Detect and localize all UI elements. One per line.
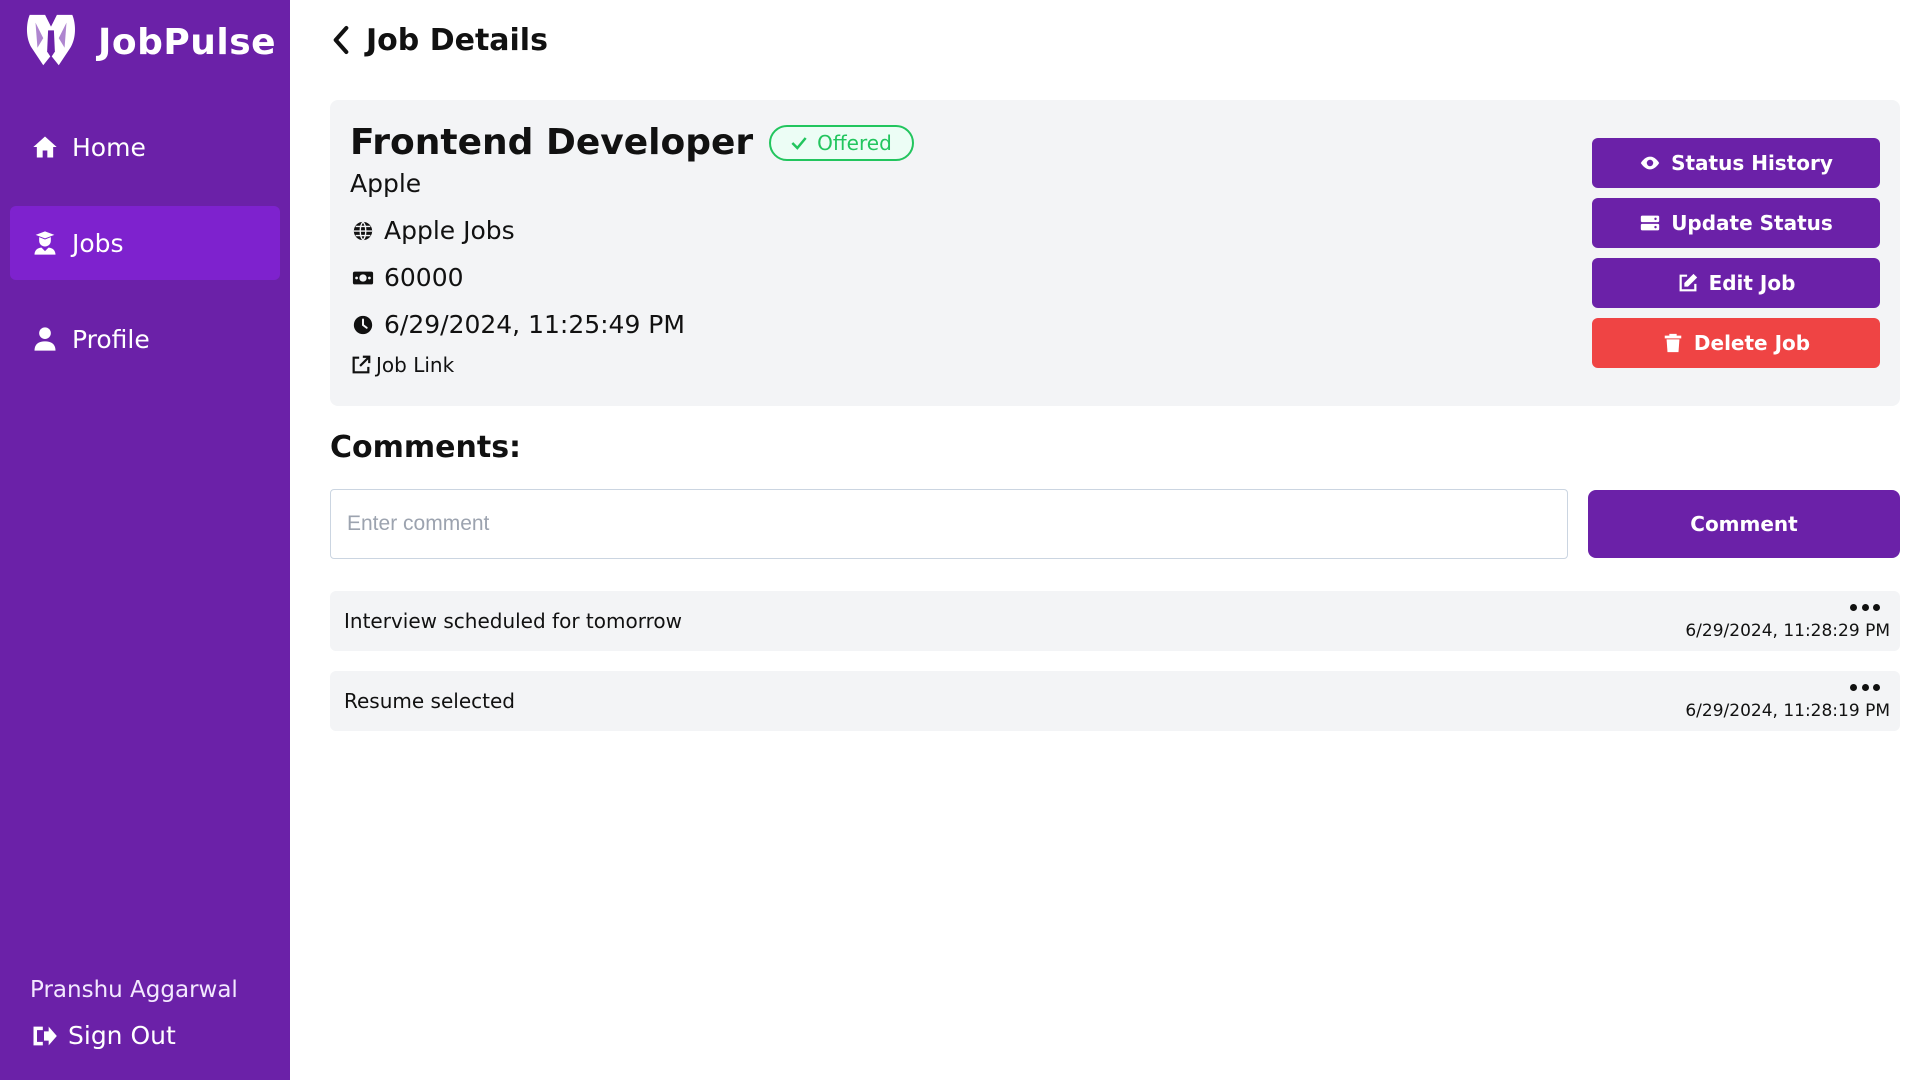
main-content: Job Details Frontend Developer Offered A… [290, 0, 1920, 1080]
delete-job-button[interactable]: Delete Job [1592, 318, 1880, 368]
signout-label: Sign Out [68, 1021, 176, 1050]
comment-item: Interview scheduled for tomorrow 6/29/20… [330, 591, 1900, 651]
comment-form: Comment [330, 489, 1900, 559]
external-link-icon [352, 355, 371, 374]
job-title: Frontend Developer [350, 122, 754, 163]
money-icon [350, 265, 376, 291]
sidebar-item-home[interactable]: Home [10, 110, 280, 184]
comment-input[interactable] [330, 489, 1568, 559]
delete-job-label: Delete Job [1693, 331, 1811, 355]
job-salary: 60000 [384, 263, 464, 292]
signout-icon [33, 1026, 57, 1045]
job-date: 6/29/2024, 11:25:49 PM [384, 310, 685, 339]
job-link-label: Job Link [376, 353, 455, 377]
comment-timestamp: 6/29/2024, 11:28:19 PM [1685, 701, 1890, 721]
comment-submit-button[interactable]: Comment [1588, 490, 1900, 558]
edit-job-label: Edit Job [1708, 271, 1796, 295]
status-badge: Offered [769, 124, 914, 161]
check-icon [791, 136, 807, 150]
brand-name: JobPulse [98, 21, 277, 63]
globe-icon [350, 218, 376, 244]
job-actions: Status History Update Status Edit Job De… [1592, 138, 1880, 378]
clock-icon [350, 312, 376, 338]
home-icon [30, 132, 60, 162]
server-icon [1641, 215, 1660, 231]
comment-text: Interview scheduled for tomorrow [344, 609, 682, 633]
comment-timestamp: 6/29/2024, 11:28:29 PM [1685, 621, 1890, 641]
more-options-icon[interactable] [1850, 601, 1880, 613]
page-header: Job Details [310, 0, 1900, 80]
sidebar-item-label: Home [72, 132, 146, 162]
comment-item: Resume selected 6/29/2024, 11:28:19 PM [330, 671, 1900, 731]
status-history-button[interactable]: Status History [1592, 138, 1880, 188]
tuxedo-logo-icon [20, 9, 82, 75]
job-source: Apple Jobs [384, 216, 515, 245]
app-root: JobPulse Home Jobs Profile Pranshu Aggar… [0, 0, 1920, 1080]
status-history-label: Status History [1671, 151, 1833, 175]
edit-icon [1679, 273, 1697, 292]
comment-list: Interview scheduled for tomorrow 6/29/20… [330, 591, 1900, 731]
sidebar-footer: Pranshu Aggarwal Sign Out [30, 977, 238, 1050]
sidebar: JobPulse Home Jobs Profile Pranshu Aggar… [0, 0, 290, 1080]
sidebar-item-label: Profile [72, 324, 150, 354]
signout-button[interactable]: Sign Out [30, 1021, 238, 1050]
eye-icon [1640, 156, 1660, 170]
jobs-icon [30, 228, 60, 258]
sidebar-item-jobs[interactable]: Jobs [10, 206, 280, 280]
page-title: Job Details [366, 22, 548, 58]
trash-icon [1664, 333, 1682, 353]
comment-text: Resume selected [344, 689, 515, 713]
status-badge-label: Offered [817, 130, 892, 155]
sidebar-nav: Home Jobs Profile [0, 110, 290, 398]
update-status-label: Update Status [1671, 211, 1833, 235]
back-chevron-icon[interactable] [330, 24, 354, 56]
user-name: Pranshu Aggarwal [30, 977, 238, 1003]
user-icon [30, 324, 60, 354]
comments-title: Comments: [330, 430, 522, 465]
sidebar-item-label: Jobs [72, 228, 124, 258]
job-card: Frontend Developer Offered Apple Apple J… [330, 100, 1900, 406]
brand[interactable]: JobPulse [0, 0, 290, 84]
update-status-button[interactable]: Update Status [1592, 198, 1880, 248]
more-options-icon[interactable] [1850, 681, 1880, 693]
sidebar-item-profile[interactable]: Profile [10, 302, 280, 376]
edit-job-button[interactable]: Edit Job [1592, 258, 1880, 308]
